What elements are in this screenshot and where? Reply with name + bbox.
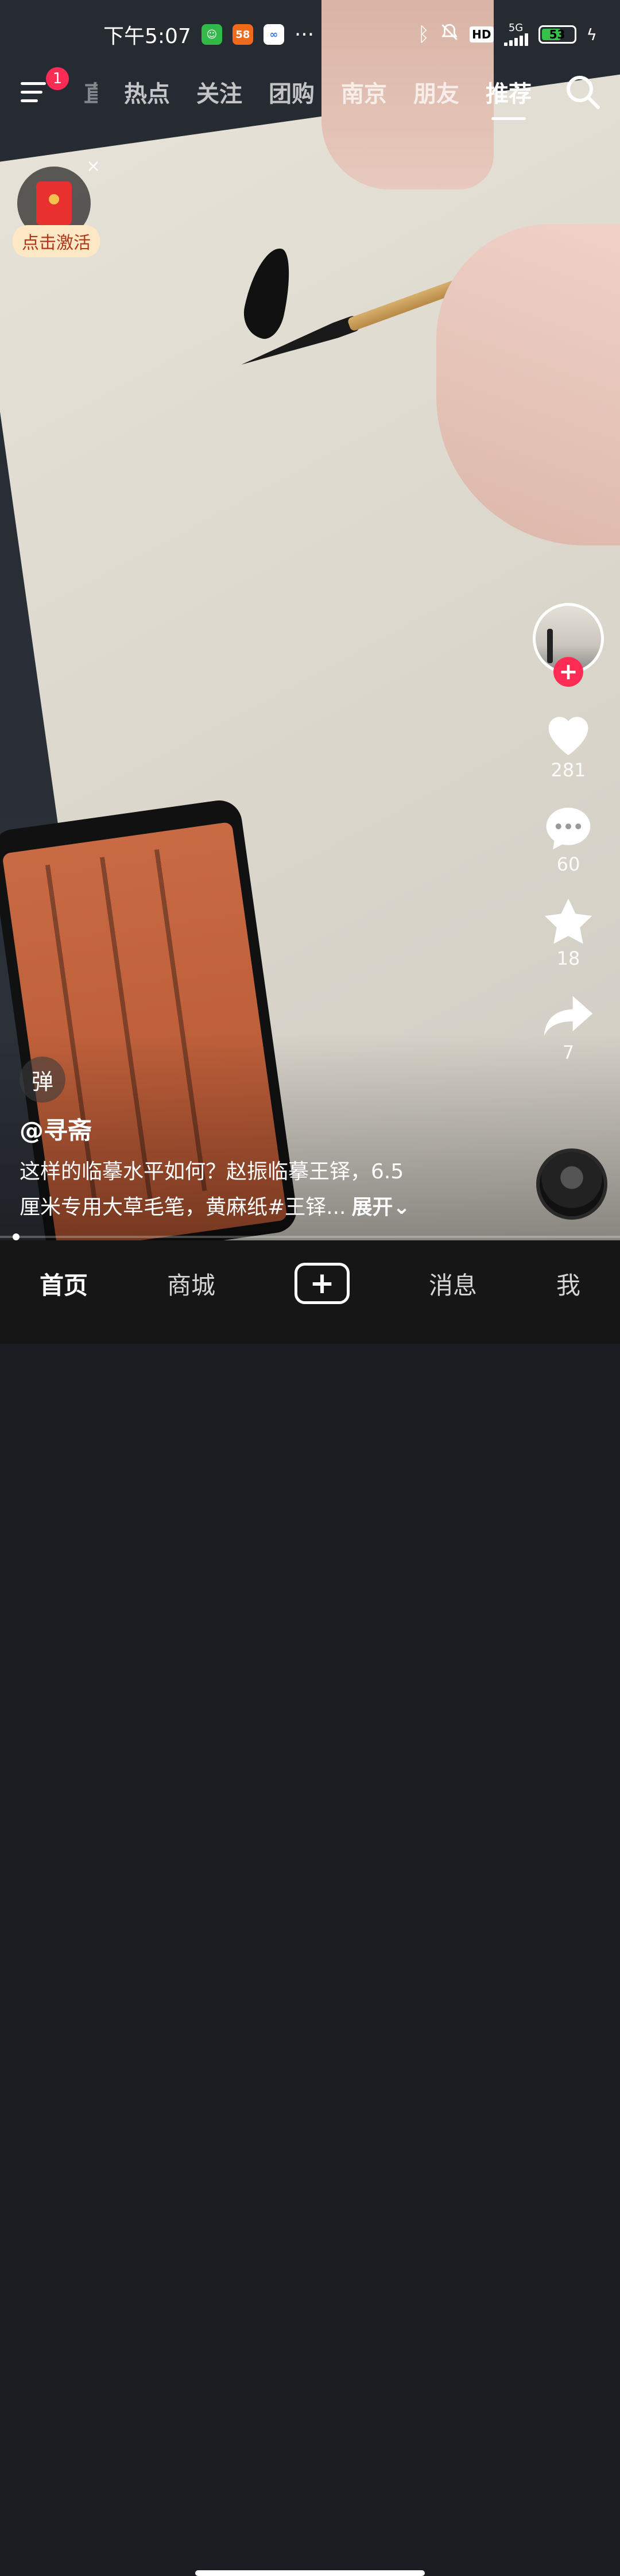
red-packet-close-button[interactable]: × [86, 156, 100, 176]
search-icon[interactable] [563, 72, 603, 112]
tab-partial[interactable]: 直播 [84, 75, 98, 109]
hd-icon: HD [470, 26, 494, 42]
share-icon [540, 990, 597, 1042]
nav-home[interactable]: 首页 [40, 1266, 88, 1301]
home-indicator [195, 2570, 425, 2576]
star-icon [540, 896, 597, 947]
danmaku-button[interactable]: 弹 [20, 1057, 65, 1103]
video-caption: 这样的临摹水平如何？赵振临摹王铎，6.5 厘米专用大草毛笔，黄麻纸#王铎... 展… [20, 1154, 467, 1225]
tab-recommended[interactable]: 推荐 [486, 75, 532, 120]
wechat-app-icon: ☺ [201, 24, 222, 45]
battery-icon: 53 [538, 25, 576, 44]
video-progress-bar[interactable] [0, 1233, 620, 1240]
share-button[interactable]: 7 [522, 990, 614, 1063]
comment-count: 60 [556, 853, 580, 875]
tab-friends[interactable]: 朋友 [413, 75, 459, 109]
tab-nanjing[interactable]: 南京 [341, 75, 387, 109]
mute-bell-icon [440, 22, 459, 47]
share-count: 7 [562, 1042, 575, 1063]
red-envelope-icon [36, 181, 72, 225]
like-button[interactable]: 281 [522, 707, 614, 781]
battery-level: 53 [549, 28, 565, 41]
favorite-count: 18 [556, 947, 580, 969]
tab-hot[interactable]: 热点 [124, 75, 170, 109]
nav-mall[interactable]: 商城 [167, 1266, 215, 1301]
heart-icon [540, 707, 597, 759]
menu-button[interactable]: 1 [21, 67, 69, 112]
status-time: 下午5:07 [103, 25, 191, 48]
chevron-down-icon: ⌄ [393, 1196, 410, 1219]
music-disc[interactable] [536, 1148, 607, 1220]
tab-group-buy[interactable]: 团购 [269, 75, 315, 109]
create-button[interactable]: + [294, 1263, 350, 1304]
caption-line-1: 这样的临摹水平如何？赵振临摹王铎，6.5 [20, 1160, 404, 1183]
charging-icon: ϟ [586, 25, 597, 44]
follow-button[interactable]: + [553, 657, 583, 687]
comment-button[interactable]: 60 [522, 802, 614, 875]
top-nav: 1 直播 热点 关注 团购 南京 朋友 推荐 [0, 63, 620, 121]
red-packet-label: 点击激活 [13, 225, 100, 257]
caption-line-2: 厘米专用大草毛笔，黄麻纸#王铎... [20, 1196, 346, 1219]
red-packet-widget[interactable]: 点击激活 [13, 167, 100, 258]
bottom-nav: 首页 商城 + 消息 我 [0, 1240, 620, 2576]
app-58-icon: 58 [232, 24, 253, 45]
progress-handle[interactable] [12, 1233, 20, 1240]
bluetooth-icon: ᛒ [417, 23, 430, 46]
nav-me[interactable]: 我 [556, 1266, 580, 1301]
expand-caption-button[interactable]: 展开⌄ [352, 1196, 410, 1219]
signal-icon [503, 33, 528, 46]
author-name[interactable]: @寻斋 [20, 1111, 92, 1146]
menu-badge: 1 [46, 67, 69, 90]
comment-icon [540, 802, 597, 853]
expand-label: 展开 [351, 1196, 393, 1219]
cloud-app-icon: ∞ [263, 24, 284, 45]
favorite-button[interactable]: 18 [522, 896, 614, 969]
nav-messages[interactable]: 消息 [429, 1266, 477, 1301]
status-more-icon: ··· [294, 22, 315, 47]
feed-tabs: 直播 热点 关注 团购 南京 朋友 推荐 [84, 75, 532, 120]
right-action-rail: + 281 60 18 7 [522, 603, 614, 1084]
like-count: 281 [551, 759, 586, 781]
network-type: 5G [508, 22, 524, 34]
status-bar: 下午5:07 ☺ 58 ∞ ··· ᛒ HD 5G 53 ϟ [0, 0, 620, 69]
tab-following[interactable]: 关注 [196, 75, 242, 109]
